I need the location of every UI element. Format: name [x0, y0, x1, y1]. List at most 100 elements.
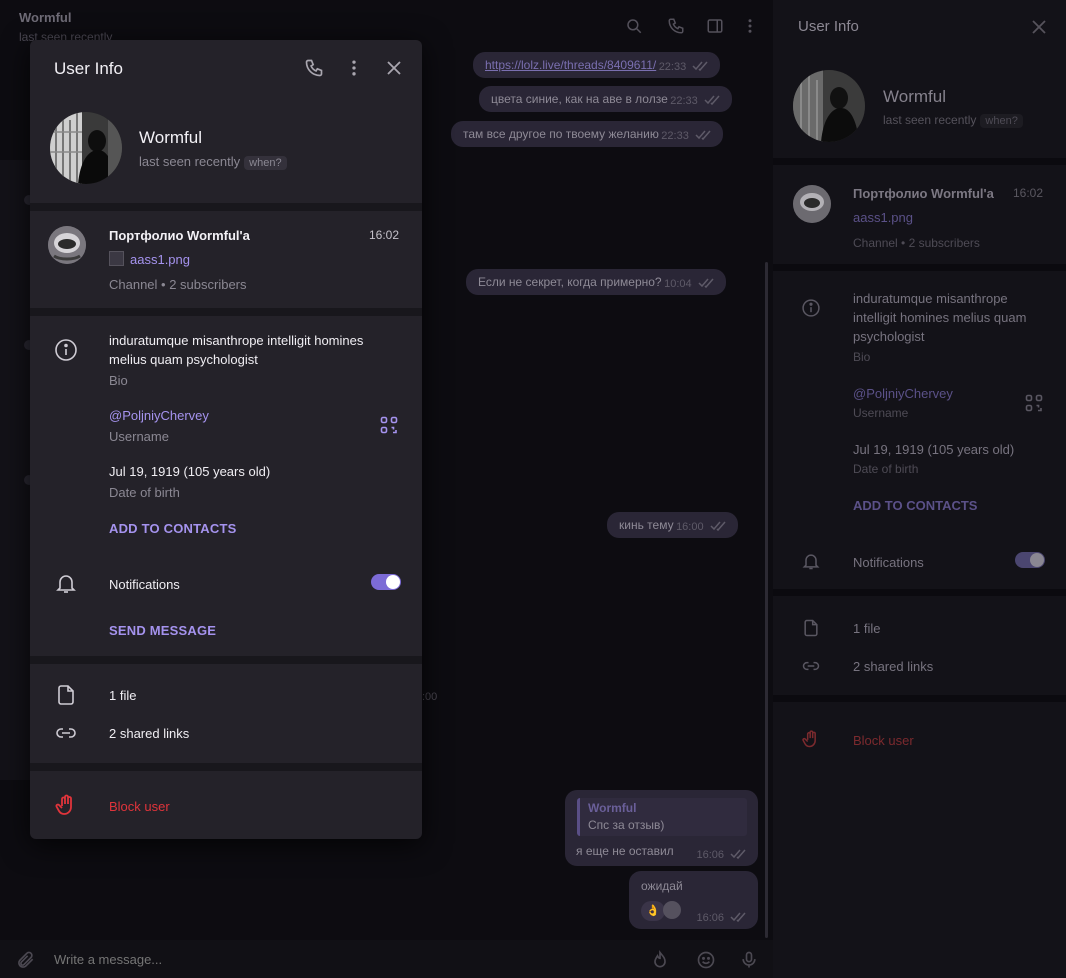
- info-icon: [54, 338, 78, 362]
- last-seen: last seen recently when?: [139, 154, 287, 170]
- qr-code-icon[interactable]: [1025, 394, 1043, 412]
- section-divider: [30, 763, 422, 771]
- bio-label: Bio: [853, 350, 871, 364]
- avatar[interactable]: [50, 112, 122, 184]
- double-check-icon: [730, 848, 748, 860]
- section-divider: [773, 695, 1066, 702]
- channel-name[interactable]: Портфолио Wormful'a: [853, 186, 994, 201]
- more-vertical-icon[interactable]: [344, 58, 364, 78]
- bell-icon: [801, 551, 821, 571]
- message-input[interactable]: [54, 952, 554, 967]
- hand-stop-icon: [801, 729, 821, 749]
- channel-last-file[interactable]: aass1.png: [853, 210, 913, 225]
- notifications-label: Notifications: [109, 577, 180, 592]
- message-text: цвета синие, как на аве в лолзе: [491, 92, 668, 106]
- phone-icon[interactable]: [667, 17, 685, 35]
- send-message-button[interactable]: SEND MESSAGE: [109, 623, 216, 638]
- file-icon: [54, 683, 78, 707]
- side-panel-user-info: User Info Wormful last seen recently when…: [773, 0, 1066, 978]
- message-time: 16:06: [696, 912, 724, 924]
- link-icon: [801, 656, 821, 676]
- block-user-button[interactable]: Block user: [109, 797, 170, 816]
- when-button[interactable]: when?: [244, 156, 287, 170]
- message-time: 16:06: [696, 849, 724, 861]
- qr-code-icon[interactable]: [380, 416, 398, 434]
- notifications-toggle[interactable]: [1015, 552, 1045, 568]
- message-time: 22:33: [658, 61, 687, 73]
- chat-title[interactable]: Wormful: [19, 10, 71, 25]
- more-vertical-icon[interactable]: [741, 17, 759, 35]
- channel-avatar[interactable]: [793, 185, 831, 223]
- files-link[interactable]: 1 file: [853, 619, 880, 638]
- search-icon[interactable]: [625, 17, 643, 35]
- birth-date: Jul 19, 1919 (105 years old): [109, 464, 271, 479]
- shared-links-link[interactable]: 2 shared links: [853, 657, 933, 676]
- reply-author: Wormful: [588, 801, 637, 815]
- info-icon: [801, 298, 821, 318]
- notifications-label: Notifications: [853, 555, 924, 570]
- reply-quote[interactable]: Wormful Спс за отзыв): [577, 798, 747, 836]
- message-bubble[interactable]: кинь тему 16:00: [607, 512, 738, 538]
- side-panel-title: User Info: [798, 18, 859, 35]
- message-bubble[interactable]: https://lolz.live/threads/8409611/ 22:33: [473, 52, 721, 78]
- bio-text: induratumque misanthrope intelligit homi…: [853, 291, 1027, 344]
- shared-links-link[interactable]: 2 shared links: [109, 724, 189, 743]
- files-link[interactable]: 1 file: [109, 686, 136, 705]
- double-check-icon: [704, 94, 722, 106]
- microphone-icon[interactable]: [739, 950, 759, 970]
- channel-subscribers: Channel • 2 subscribers: [109, 277, 247, 292]
- block-user-button[interactable]: Block user: [853, 731, 914, 750]
- user-name: Wormful: [883, 87, 946, 106]
- reply-message-bubble[interactable]: Wormful Спс за отзыв) я еще не оставил 1…: [565, 790, 758, 866]
- double-check-icon: [710, 520, 728, 532]
- birth-label: Date of birth: [109, 485, 180, 500]
- double-check-icon: [730, 911, 748, 923]
- message-bubble[interactable]: цвета синие, как на аве в лолзе 22:33: [479, 86, 732, 112]
- chat-scrollbar[interactable]: [765, 262, 768, 938]
- section-divider: [773, 264, 1066, 271]
- message-text: Если не секрет, когда примерно?: [478, 275, 662, 289]
- message-bubble[interactable]: там все другое по твоему желанию 22:33: [451, 121, 723, 147]
- message-text: кинь тему: [619, 518, 674, 532]
- message-text: я еще не оставил: [576, 844, 674, 858]
- close-icon[interactable]: [384, 58, 404, 78]
- username-label: Username: [109, 429, 169, 444]
- close-icon[interactable]: [1031, 19, 1047, 35]
- channel-subscribers: Channel • 2 subscribers: [853, 236, 980, 250]
- phone-icon[interactable]: [304, 58, 324, 78]
- channel-name[interactable]: Портфолио Wormful'a: [109, 228, 250, 243]
- bell-icon: [54, 571, 78, 595]
- notifications-toggle[interactable]: [371, 574, 401, 590]
- message-bubble[interactable]: Если не секрет, когда примерно? 10:04: [466, 269, 726, 295]
- message-time: 10:04: [664, 278, 692, 290]
- user-info-modal: User Info Wormful last seen recently when…: [30, 40, 422, 839]
- channel-avatar[interactable]: [48, 226, 86, 264]
- add-to-contacts-button[interactable]: ADD TO CONTACTS: [853, 498, 977, 513]
- double-check-icon: [695, 129, 713, 141]
- hand-stop-icon: [54, 793, 78, 817]
- username-text[interactable]: @PoljniyChervey: [853, 384, 953, 403]
- add-to-contacts-button[interactable]: ADD TO CONTACTS: [109, 521, 236, 536]
- channel-time: 16:02: [369, 228, 400, 242]
- username-text[interactable]: @PoljniyChervey: [109, 406, 209, 425]
- modal-title: User Info: [54, 59, 123, 78]
- section-divider: [30, 203, 422, 211]
- message-composer: [0, 940, 773, 978]
- reaction-message-bubble[interactable]: ожидай 👌 16:06: [629, 871, 758, 929]
- avatar[interactable]: [793, 70, 865, 142]
- bot-commands-icon[interactable]: [650, 950, 670, 970]
- paperclip-icon[interactable]: [16, 950, 36, 970]
- reaction-avatar: [663, 901, 681, 919]
- birth-label: Date of birth: [853, 462, 919, 476]
- sidebar-toggle-icon[interactable]: [706, 17, 724, 35]
- channel-last-file[interactable]: aass1.png: [130, 252, 190, 267]
- link-icon: [54, 721, 78, 745]
- reply-quote-text: Спс за отзыв): [588, 818, 665, 832]
- reaction-chip[interactable]: 👌: [641, 901, 665, 921]
- emoji-icon[interactable]: [696, 950, 716, 970]
- section-divider: [773, 158, 1066, 165]
- section-divider: [773, 589, 1066, 596]
- chat-list-strip: [0, 160, 34, 780]
- when-button[interactable]: when?: [980, 114, 1023, 128]
- message-link[interactable]: https://lolz.live/threads/8409611/: [485, 58, 656, 72]
